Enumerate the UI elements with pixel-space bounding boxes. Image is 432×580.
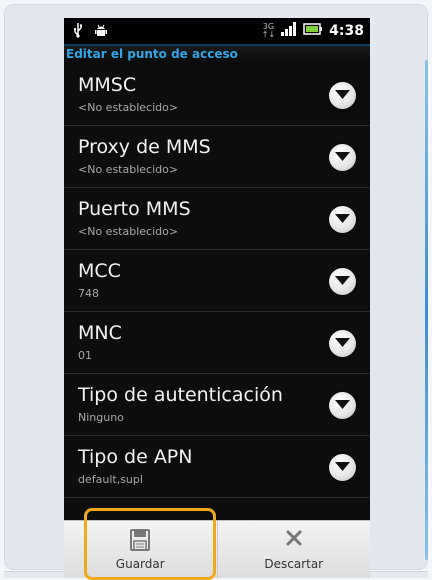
chevron-down-icon[interactable] — [329, 206, 356, 233]
title-bar: Editar el punto de acceso — [64, 44, 370, 64]
network-3g-icon: 3G ↑↓ — [261, 21, 276, 39]
setting-title: MCC — [78, 260, 121, 282]
chevron-down-icon[interactable] — [329, 392, 356, 419]
setting-row-mms-port[interactable]: Puerto MMS <No establecido> — [64, 188, 370, 250]
phone-screen: 3G ↑↓ 4:38 Editar el punto de acceso MMS… — [64, 18, 370, 578]
setting-value: <No establecido> — [78, 225, 179, 238]
android-icon — [94, 22, 108, 42]
setting-title: MNC — [78, 322, 122, 344]
chevron-down-icon[interactable] — [329, 454, 356, 481]
setting-row-mcc[interactable]: MCC 748 — [64, 250, 370, 312]
setting-title: Puerto MMS — [78, 198, 191, 220]
setting-row-mms-proxy[interactable]: Proxy de MMS <No establecido> — [64, 126, 370, 188]
chevron-down-icon[interactable] — [329, 268, 356, 295]
signal-icon — [281, 21, 297, 40]
setting-title: Tipo de APN — [78, 446, 193, 468]
discard-label: Descartar — [264, 557, 324, 571]
setting-value: 01 — [78, 349, 92, 362]
battery-icon — [303, 21, 323, 40]
setting-value: 748 — [78, 287, 99, 300]
chevron-down-icon[interactable] — [329, 330, 356, 357]
page-title: Editar el punto de acceso — [66, 47, 238, 61]
setting-value: <No establecido> — [78, 101, 179, 114]
usb-icon — [72, 22, 84, 42]
apn-settings-list: MMSC <No establecido> Proxy de MMS <No e… — [64, 64, 370, 498]
setting-value: default,supl — [78, 473, 143, 486]
save-button[interactable]: Guardar — [64, 521, 217, 578]
status-bar: 3G ↑↓ 4:38 — [64, 18, 370, 44]
setting-title: MMSC — [78, 74, 137, 96]
setting-value: Ninguno — [78, 411, 124, 424]
close-icon — [285, 529, 303, 551]
action-bar: Guardar Descartar — [64, 520, 370, 578]
clock: 4:38 — [329, 22, 364, 39]
chevron-down-icon[interactable] — [329, 144, 356, 171]
discard-button[interactable]: Descartar — [216, 521, 371, 578]
chevron-down-icon[interactable] — [329, 82, 356, 109]
setting-row-apn-type[interactable]: Tipo de APN default,supl — [64, 436, 370, 498]
setting-title: Proxy de MMS — [78, 136, 211, 158]
setting-title: Tipo de autenticación — [78, 384, 283, 406]
frame-accent-edge — [425, 60, 428, 560]
setting-row-mmsc[interactable]: MMSC <No establecido> — [64, 64, 370, 126]
save-icon — [130, 529, 151, 555]
setting-row-mnc[interactable]: MNC 01 — [64, 312, 370, 374]
setting-row-auth-type[interactable]: Tipo de autenticación Ninguno — [64, 374, 370, 436]
save-label: Guardar — [115, 557, 165, 571]
setting-value: <No establecido> — [78, 163, 179, 176]
